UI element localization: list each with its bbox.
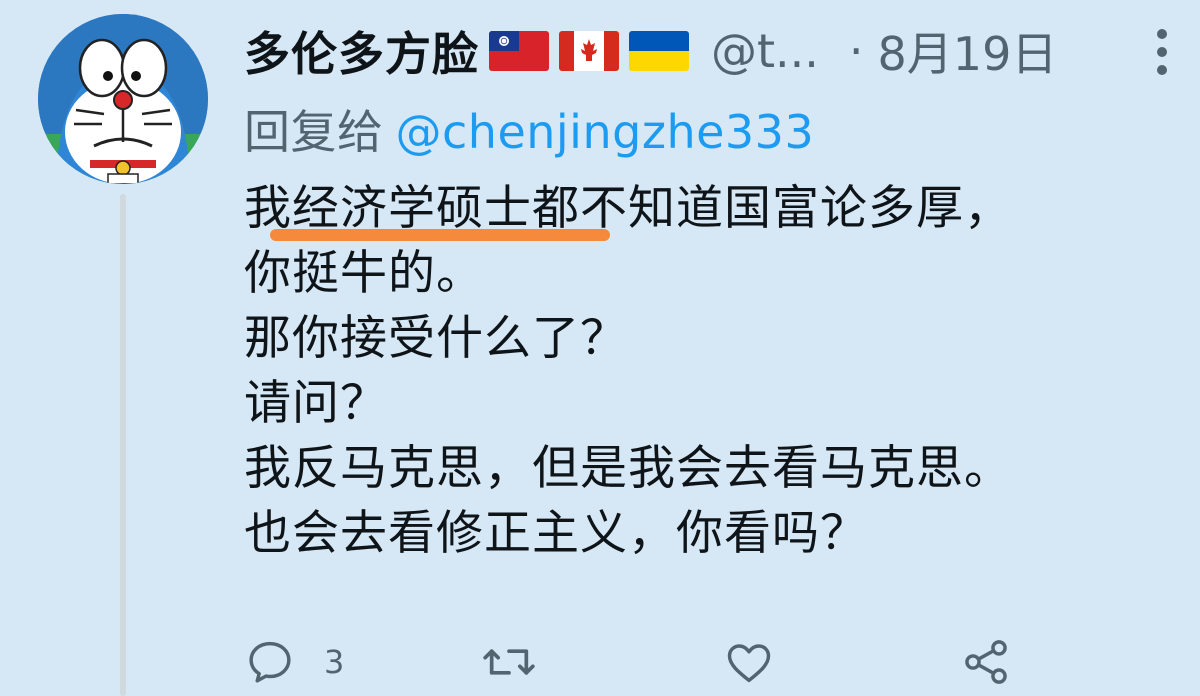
reply-icon — [249, 641, 291, 683]
tweet-text-line: 也会去看修正主义，你看吗？ — [244, 506, 868, 561]
like-button[interactable] — [722, 632, 776, 692]
reply-count: 3 — [324, 643, 345, 681]
tweet-text-line: 请问？ — [244, 376, 388, 431]
retweet-icon — [483, 649, 535, 675]
taiwan-flag-icon — [489, 31, 549, 71]
separator-dot: · — [848, 24, 864, 78]
ukraine-flag-icon — [629, 31, 689, 71]
user-handle[interactable]: @t... — [711, 24, 819, 78]
action-bar: 3 — [244, 632, 1164, 692]
tweet[interactable]: 多伦多方脸 @t... · 8月19日 回复给 @chenjingzhe333 … — [0, 0, 1200, 696]
share-button[interactable] — [960, 632, 1012, 692]
avatar[interactable] — [38, 14, 208, 184]
orange-underline-annotation — [270, 229, 610, 241]
replying-to-label: 回复给 — [244, 105, 384, 159]
replying-to: 回复给 @chenjingzhe333 — [244, 96, 814, 162]
tweet-text-line: 你挺牛的。 — [244, 246, 484, 301]
tweet-text-line: 那你接受什么了？ — [244, 311, 628, 366]
like-icon — [727, 644, 771, 683]
retweet-button[interactable] — [480, 632, 538, 692]
tweet-header: 多伦多方脸 @t... · 8月19日 — [244, 18, 1057, 84]
reply-button[interactable]: 3 — [244, 632, 344, 692]
reply-mention-link[interactable]: @chenjingzhe333 — [396, 105, 815, 159]
thread-line — [120, 194, 126, 696]
avatar-image — [38, 14, 208, 184]
share-icon — [965, 640, 1007, 684]
tweet-date[interactable]: 8月19日 — [878, 18, 1058, 84]
more-options-icon[interactable] — [1150, 22, 1174, 82]
canada-flag-icon — [559, 31, 619, 71]
display-name[interactable]: 多伦多方脸 — [244, 18, 479, 84]
tweet-text-line: 我反马克思，但是我会去看马克思。 — [244, 441, 1012, 496]
